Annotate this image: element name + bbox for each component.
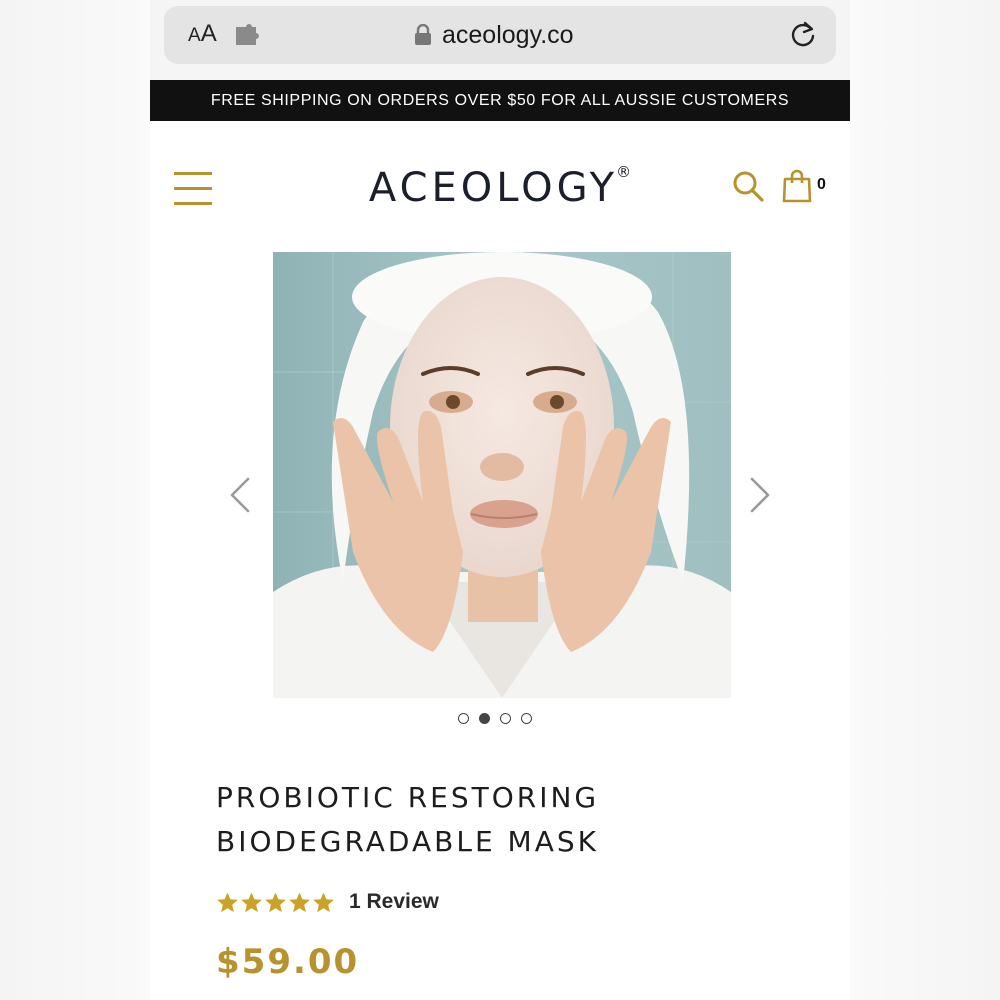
hamburger-menu-icon[interactable] [174, 170, 212, 206]
review-count-link[interactable]: 1 Review [349, 890, 439, 914]
next-slide-arrow-icon[interactable] [746, 475, 774, 515]
text-size-large-label: A [200, 20, 217, 47]
text-size-small-label: A [188, 25, 201, 46]
gallery-dot[interactable] [458, 713, 469, 724]
previous-slide-arrow-icon[interactable] [226, 475, 254, 515]
gallery-pagination [458, 713, 532, 724]
url-text: aceology.co [442, 20, 574, 49]
announcement-text: FREE SHIPPING ON ORDERS OVER $50 FOR ALL… [210, 91, 790, 109]
star-icon [241, 891, 262, 912]
address-bar[interactable]: AA aceology.co [164, 6, 836, 64]
logo-text: ACEOLOGY [368, 165, 619, 211]
product-rating[interactable]: 1 Review [216, 886, 439, 918]
star-icon [265, 891, 286, 912]
shopping-bag-icon[interactable] [782, 169, 812, 203]
gallery-dot[interactable] [521, 713, 532, 724]
product-title-line-2: BIODEGRADABLE MASK [216, 825, 599, 858]
gallery-dot[interactable] [500, 713, 511, 724]
product-title: PROBIOTIC RESTORING BIODEGRADABLE MASK [216, 776, 776, 864]
product-title-line-1: PROBIOTIC RESTORING [216, 781, 600, 814]
star-rating [216, 891, 335, 914]
star-icon [313, 891, 334, 912]
search-icon[interactable] [732, 170, 764, 202]
product-price: $59.00 [216, 942, 360, 982]
gallery-dot[interactable] [479, 713, 490, 724]
browser-toolbar: AA aceology.co [150, 0, 850, 80]
registered-mark: ® [616, 163, 632, 181]
product-image-mask-model[interactable] [273, 252, 731, 698]
brand-logo[interactable]: ACEOLOGY® [340, 163, 660, 211]
mobile-screen: AA aceology.co FREE SHIPPING ON ORDERS O… [150, 0, 850, 1000]
reload-icon[interactable] [788, 20, 818, 50]
url-display[interactable]: aceology.co [414, 18, 574, 52]
star-icon [289, 891, 310, 912]
shipping-announcement-bar: FREE SHIPPING ON ORDERS OVER $50 FOR ALL… [150, 80, 850, 121]
puzzle-extension-icon[interactable] [234, 24, 262, 46]
cart-count[interactable]: 0 [817, 176, 826, 194]
star-icon [217, 891, 238, 912]
text-size-button[interactable]: AA [188, 20, 217, 50]
model-illustration [273, 252, 731, 698]
lock-icon [415, 24, 431, 45]
